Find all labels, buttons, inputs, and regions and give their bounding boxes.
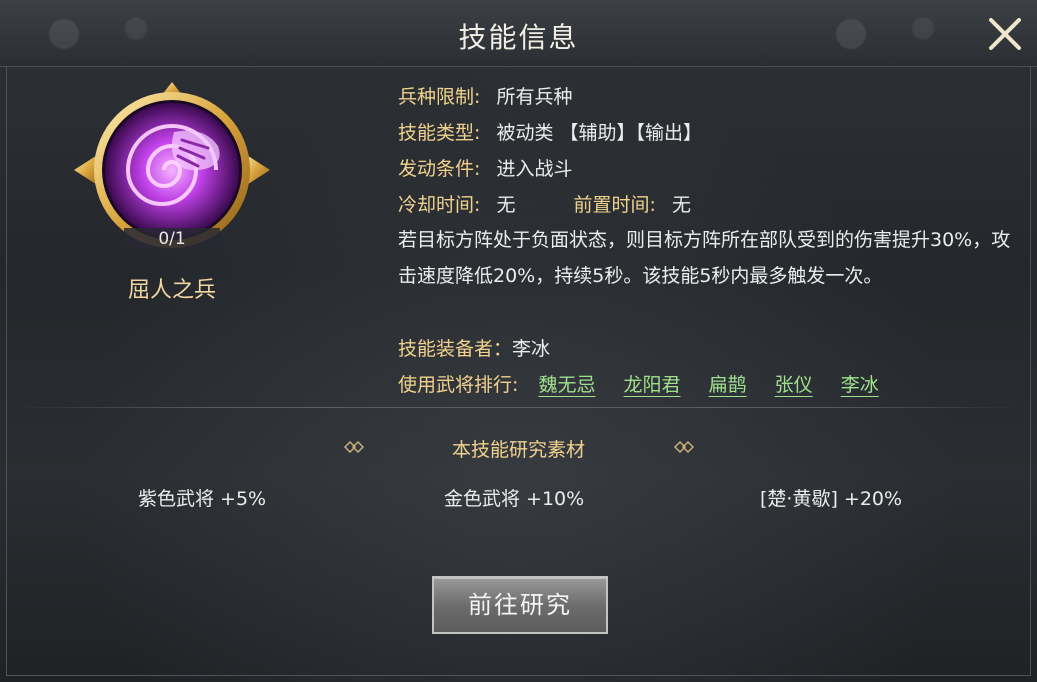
skill-info-dialog: 技能信息 0/1 屈人之兵 兵种限制: 所有兵种 技能类型: 被动类 【辅助】【… [0, 0, 1037, 682]
hero-ranking-link[interactable]: 李冰 [841, 374, 879, 396]
hero-ranking-link[interactable]: 扁鹊 [709, 374, 747, 396]
equipped-row: 技能装备者：李冰 [398, 334, 550, 360]
skill-type-value: 被动类 【辅助】【输出】 [496, 122, 702, 144]
trigger-condition-value: 进入战斗 [496, 158, 573, 180]
hero-ranking-link[interactable]: 龙阳君 [624, 374, 681, 396]
cooldown-value: 无 [496, 194, 516, 216]
troop-restriction-label: 兵种限制: [398, 86, 481, 108]
skill-name: 屈人之兵 [127, 278, 216, 303]
hero-ranking-link[interactable]: 张仪 [775, 374, 813, 396]
hero-ranking-link[interactable]: 魏无忌 [538, 374, 595, 396]
dialog-title: 技能信息 [458, 21, 579, 54]
research-material-item: 金色武将 +10% [444, 488, 585, 510]
cooldown-label: 冷却时间: [398, 194, 481, 216]
close-icon [989, 18, 1021, 50]
skill-type-row: 技能类型: 被动类 【辅助】【输出】 [398, 118, 702, 144]
trigger-condition-label: 发动条件: [398, 158, 481, 180]
precast-label: 前置时间: [573, 194, 656, 216]
troop-restriction-row: 兵种限制: 所有兵种 [398, 82, 572, 108]
hero-ranking-label: 使用武将排行: [398, 374, 519, 396]
troop-restriction-value: 所有兵种 [496, 86, 573, 108]
skill-level-badge: 0/1 [124, 228, 220, 250]
research-material-item: 紫色武将 +5% [138, 488, 267, 510]
go-research-button[interactable]: 前往研究 [432, 576, 608, 634]
section-divider [14, 407, 1023, 408]
diamond-ornament-icon [674, 440, 694, 454]
equipped-label: 技能装备者： [398, 338, 513, 360]
dialog-header: 技能信息 [0, 0, 1037, 67]
skill-type-label: 技能类型: [398, 122, 481, 144]
precast-value: 无 [671, 194, 691, 216]
research-material-title: 本技能研究素材 [451, 439, 585, 461]
trigger-condition-row: 发动条件: 进入战斗 [398, 154, 572, 180]
research-material-item: [楚·黄歇] +20% [760, 488, 903, 510]
skill-description: 若目标方阵处于负面状态，则目标方阵所在部队受到的伤害提升30%，攻击速度降低20… [398, 229, 1011, 287]
equipped-value: 李冰 [512, 338, 551, 360]
cooldown-row: 冷却时间: 无 前置时间: 无 [398, 190, 691, 216]
close-button[interactable] [985, 14, 1025, 54]
hero-ranking-row: 使用武将排行: 魏无忌 龙阳君 扁鹊 张仪 李冰 [398, 370, 901, 396]
